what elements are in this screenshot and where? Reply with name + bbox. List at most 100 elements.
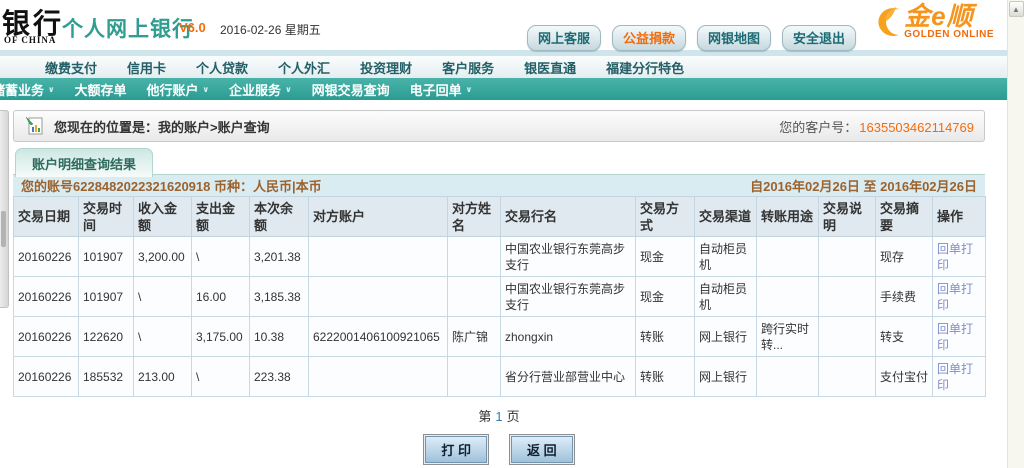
table-cell: 3,200.00 [134, 237, 192, 277]
column-header: 操作 [933, 197, 986, 237]
vertical-scrollbar[interactable]: ▲ [1007, 0, 1024, 468]
table-cell: 20160226 [14, 277, 79, 317]
table-cell: 3,175.00 [192, 317, 250, 357]
location-icon [24, 115, 46, 137]
tab-account-detail-results[interactable]: 账户明细查询结果 [15, 148, 153, 177]
chevron-down-icon: ∨ [466, 85, 473, 94]
table-cell: 6222001406100921065 [309, 317, 448, 357]
table-body: 201602261019073,200.00\3,201.38中国农业银行东莞高… [14, 237, 986, 397]
table-cell: 现金 [636, 237, 695, 277]
date-range-label: 自2016年02月26日 至 2016年02月26日 [750, 176, 977, 195]
table-cell: 3,185.38 [250, 277, 309, 317]
button-label: 打 印 [425, 436, 487, 463]
top-header: 银行 OF CHINA 个人网上银行 V6.0 2016-02-26 星期五 网… [0, 0, 1024, 50]
table-row: 20160226185532213.00\223.38省分行营业部营业中心转账网… [14, 357, 986, 397]
left-panel-handle[interactable] [0, 110, 9, 308]
table-cell: 中国农业银行东莞高步支行 [501, 277, 636, 317]
table-cell: 转账 [636, 357, 695, 397]
table-cell: 中国农业银行东莞高步支行 [501, 237, 636, 277]
table-row: 20160226122620\3,175.0010.38622200140610… [14, 317, 986, 357]
secondary-nav-item[interactable]: 电子回单∨ [400, 80, 483, 99]
swoosh-icon [866, 5, 904, 39]
receipt-print-link[interactable]: 回单打印 [937, 362, 973, 392]
back-button[interactable]: 返 回 [509, 434, 575, 465]
secondary-nav-item[interactable]: 企业服务∨ [219, 80, 302, 99]
column-header: 交易时间 [79, 197, 134, 237]
table-cell [819, 277, 876, 317]
breadcrumb: 您现在的位置是：我的账户>账户查询 [54, 117, 779, 136]
table-cell: \ [192, 357, 250, 397]
button-label: 返 回 [511, 436, 573, 463]
customer-number-value: 1635503462114769 [859, 120, 974, 135]
table-cell: 223.38 [250, 357, 309, 397]
primary-nav: 缴费支付信用卡个人贷款个人外汇投资理财客户服务银医直通福建分行特色 [0, 56, 1024, 78]
scroll-up-button[interactable]: ▲ [1009, 1, 1024, 17]
table-cell: 122620 [79, 317, 134, 357]
page-title: 个人网上银行 [62, 13, 194, 43]
receipt-print-link[interactable]: 回单打印 [937, 242, 973, 272]
table-cell [757, 237, 819, 277]
quick-button[interactable]: 安全退出 [782, 25, 856, 51]
table-cell [757, 357, 819, 397]
table-cell [819, 237, 876, 277]
version-label: V6.0 [179, 20, 206, 35]
table-cell: 现金 [636, 277, 695, 317]
secondary-nav-item[interactable]: 储蓄业务∨ [0, 80, 65, 99]
column-header: 交易渠道 [695, 197, 757, 237]
breadcrumb-bar: 您现在的位置是：我的账户>账户查询 您的客户号：1635503462114769 [13, 110, 985, 142]
primary-nav-item[interactable]: 银医直通 [509, 58, 591, 77]
column-header: 转账用途 [757, 197, 819, 237]
table-row: 20160226101907\16.003,185.38中国农业银行东莞高步支行… [14, 277, 986, 317]
primary-nav-item[interactable]: 个人贷款 [181, 58, 263, 77]
table-cell: 跨行实时转... [757, 317, 819, 357]
chevron-down-icon: ∨ [48, 85, 55, 94]
secondary-nav-item[interactable]: 他行账户∨ [137, 80, 220, 99]
table-cell [448, 277, 501, 317]
secondary-nav-item[interactable]: 网银交易查询 [302, 80, 400, 99]
column-header: 交易方式 [636, 197, 695, 237]
table-cell: 3,201.38 [250, 237, 309, 277]
column-header: 支出金额 [192, 197, 250, 237]
table-cell: 陈广锦 [448, 317, 501, 357]
secondary-nav-item[interactable]: 大额存单 [65, 80, 137, 99]
table-cell [309, 277, 448, 317]
table-cell: 185532 [79, 357, 134, 397]
column-header: 对方姓名 [448, 197, 501, 237]
table-cell [448, 237, 501, 277]
print-button[interactable]: 打 印 [423, 434, 489, 465]
table-cell: zhongxin [501, 317, 636, 357]
primary-nav-item[interactable]: 客户服务 [427, 58, 509, 77]
table-cell: 自动柜员机 [695, 277, 757, 317]
account-info-bar: 您的账号6228482022321620918 币种：人民币|本币 自2016年… [13, 174, 985, 196]
primary-nav-item[interactable]: 缴费支付 [30, 58, 112, 77]
tab-row: 账户明细查询结果 [13, 148, 985, 174]
quick-button[interactable]: 网上客服 [527, 25, 601, 51]
left-panel-handle-thumb[interactable] [1, 211, 6, 247]
table-cell: 转账 [636, 317, 695, 357]
table-cell: 101907 [79, 277, 134, 317]
table-cell: \ [134, 317, 192, 357]
table-cell: 20160226 [14, 357, 79, 397]
account-number-label: 您的账号6228482022321620918 币种：人民币|本币 [21, 176, 322, 195]
receipt-print-link[interactable]: 回单打印 [937, 322, 973, 352]
customer-number-label: 您的客户号： [779, 120, 857, 135]
table-cell: 手续费 [876, 277, 933, 317]
primary-nav-item[interactable]: 投资理财 [345, 58, 427, 77]
column-header: 交易摘要 [876, 197, 933, 237]
action-cell: 回单打印 [933, 357, 986, 397]
secondary-nav-items: 储蓄业务∨大额存单他行账户∨企业服务∨网银交易查询电子回单∨ [0, 80, 482, 99]
quick-button[interactable]: 公益捐款 [612, 25, 686, 51]
primary-nav-item[interactable]: 福建分行特色 [591, 58, 699, 77]
table-cell: 自动柜员机 [695, 237, 757, 277]
primary-nav-item[interactable]: 个人外汇 [263, 58, 345, 77]
quick-button[interactable]: 网银地图 [697, 25, 771, 51]
receipt-print-link[interactable]: 回单打印 [937, 282, 973, 312]
primary-nav-item[interactable]: 信用卡 [112, 58, 181, 77]
transaction-table: 交易日期交易时间收入金额支出金额本次余额对方账户对方姓名交易行名交易方式交易渠道… [13, 196, 986, 397]
golden-online-logo: 金e顺 GOLDEN ONLINE [866, 3, 994, 40]
brand-name: 金e顺 [904, 3, 994, 29]
table-cell: 101907 [79, 237, 134, 277]
column-header: 本次余额 [250, 197, 309, 237]
customer-number: 您的客户号：1635503462114769 [779, 117, 974, 136]
page-prefix: 第 [478, 409, 491, 424]
